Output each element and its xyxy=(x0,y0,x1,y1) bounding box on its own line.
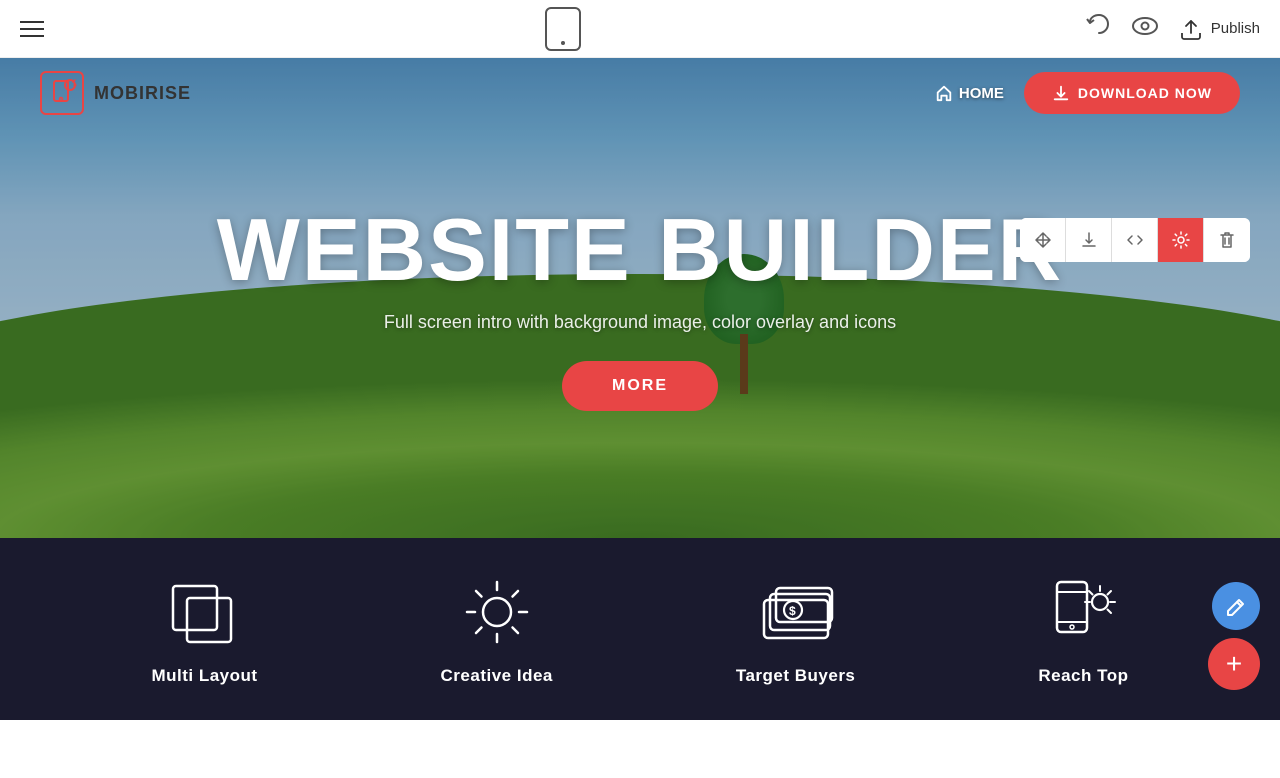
feature-creative-idea: Creative Idea xyxy=(441,572,553,686)
top-bar-left xyxy=(20,21,44,37)
block-delete-button[interactable] xyxy=(1204,218,1250,262)
idea-icon xyxy=(457,572,537,652)
top-bar-center xyxy=(545,7,581,51)
layout-icon xyxy=(165,572,245,652)
logo: MOBIRISE xyxy=(40,71,191,115)
publish-label: Publish xyxy=(1211,20,1260,37)
fab-add-button[interactable]: + xyxy=(1208,638,1260,690)
phone-dot xyxy=(561,41,565,45)
hero-section: MOBIRISE HOME DOWNLOAD NOW xyxy=(0,58,1280,538)
logo-icon xyxy=(40,71,84,115)
logo-text: MOBIRISE xyxy=(94,83,191,104)
buyers-icon: $ xyxy=(756,572,836,652)
feature-multi-layout-label: Multi Layout xyxy=(151,666,257,686)
feature-reach-top: Reach Top xyxy=(1038,572,1128,686)
features-section: Multi Layout Creative Ide xyxy=(0,538,1280,720)
block-code-button[interactable] xyxy=(1112,218,1158,262)
hero-nav: MOBIRISE HOME DOWNLOAD NOW xyxy=(0,58,1280,128)
reach-top-icon xyxy=(1043,572,1123,652)
nav-right: HOME DOWNLOAD NOW xyxy=(935,72,1240,114)
mobile-preview-button[interactable] xyxy=(545,7,581,51)
feature-creative-idea-label: Creative Idea xyxy=(441,666,553,686)
page-content: MOBIRISE HOME DOWNLOAD NOW xyxy=(0,58,1280,720)
block-toolbar xyxy=(1020,218,1250,262)
preview-button[interactable] xyxy=(1131,15,1159,42)
block-move-button[interactable] xyxy=(1020,218,1066,262)
hero-content: WEBSITE BUILDER Full screen intro with b… xyxy=(217,206,1063,411)
publish-button[interactable]: Publish xyxy=(1179,18,1260,40)
feature-target-buyers-label: Target Buyers xyxy=(736,666,856,686)
top-bar-right: Publish xyxy=(1083,12,1260,45)
fab-add-icon: + xyxy=(1226,648,1242,680)
hero-subtitle: Full screen intro with background image,… xyxy=(217,312,1063,333)
fab-edit-button[interactable] xyxy=(1212,582,1260,630)
feature-multi-layout: Multi Layout xyxy=(151,572,257,686)
feature-reach-top-label: Reach Top xyxy=(1038,666,1128,686)
undo-button[interactable] xyxy=(1083,12,1111,45)
nav-home-link[interactable]: HOME xyxy=(935,84,1004,102)
feature-target-buyers: $ Target Buyers xyxy=(736,572,856,686)
hamburger-menu[interactable] xyxy=(20,21,44,37)
download-now-button[interactable]: DOWNLOAD NOW xyxy=(1024,72,1240,114)
hero-title: WEBSITE BUILDER xyxy=(217,206,1063,294)
svg-text:$: $ xyxy=(789,604,796,618)
block-download-button[interactable] xyxy=(1066,218,1112,262)
block-settings-button[interactable] xyxy=(1158,218,1204,262)
more-button[interactable]: MORE xyxy=(562,361,718,411)
top-bar: Publish xyxy=(0,0,1280,58)
